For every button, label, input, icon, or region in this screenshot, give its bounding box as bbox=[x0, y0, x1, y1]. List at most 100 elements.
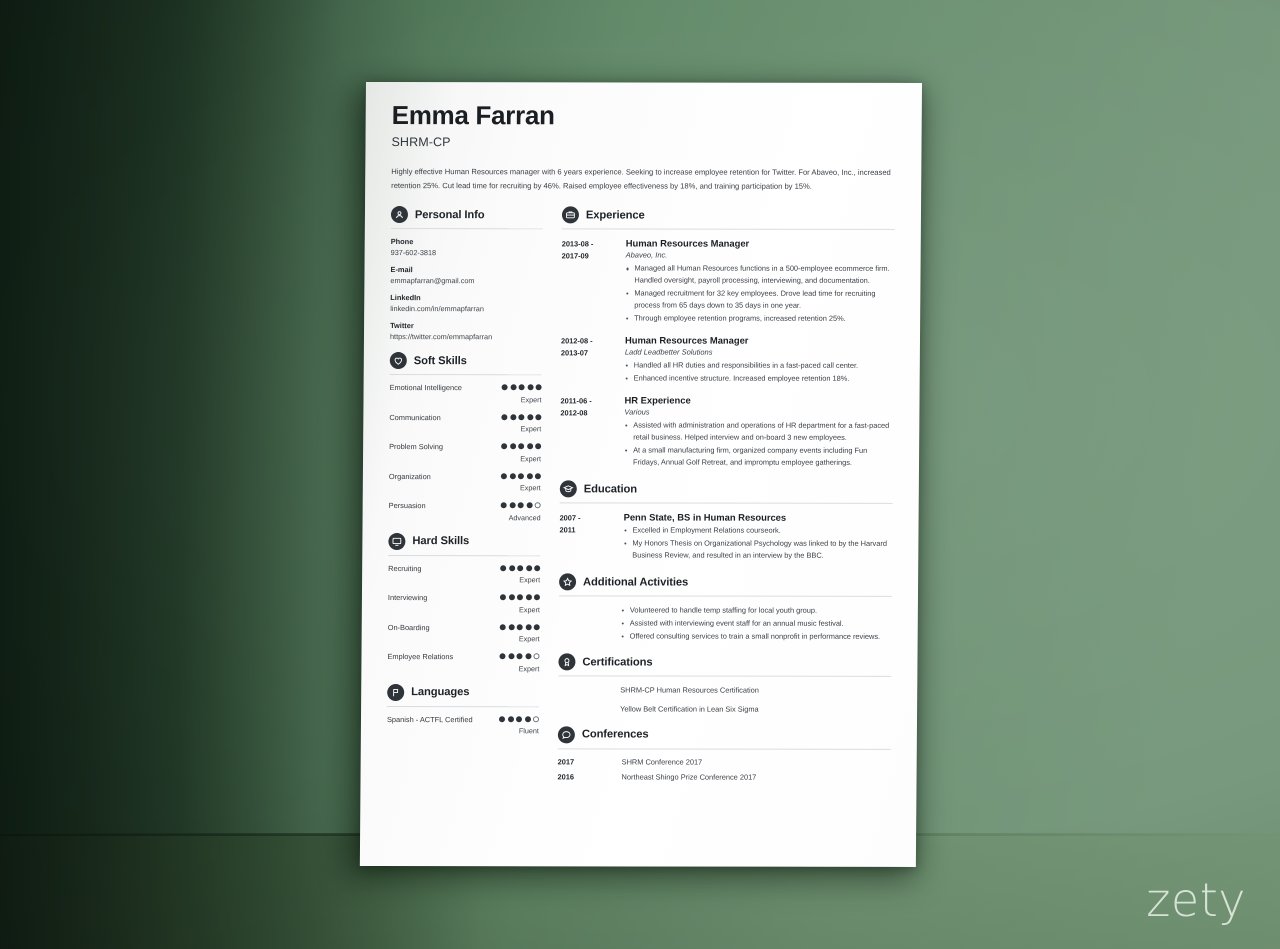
two-column-layout: Personal Info Phone 937-602-3818 E-mail … bbox=[386, 206, 895, 792]
contact-label: Phone bbox=[390, 237, 414, 247]
section-personal-info: Personal Info Phone 937-602-3818 E-mail … bbox=[390, 206, 543, 342]
skill-row: Persuasion bbox=[389, 501, 541, 512]
right-column: Experience 2013-08 -2017-09 Human Resour… bbox=[557, 206, 895, 793]
rating-dot bbox=[500, 565, 507, 572]
skill-row: On-Boarding bbox=[388, 623, 540, 634]
entry-body: Penn State, BS in Human Resources Excell… bbox=[623, 512, 892, 563]
entry-role: Penn State, BS in Human Resources bbox=[623, 511, 787, 523]
section-certifications: Certifications SHRM-CP Human Resources C… bbox=[558, 653, 892, 715]
entry-date: 2007 -2011 bbox=[559, 513, 581, 534]
entry-body: Human Resources Manager Abaveo, Inc. Man… bbox=[625, 238, 895, 326]
section-header: Conferences bbox=[557, 726, 891, 744]
section-divider bbox=[388, 554, 541, 557]
rating-dot bbox=[501, 384, 508, 391]
briefcase-icon bbox=[561, 206, 580, 224]
skill-name: Organization bbox=[388, 471, 431, 481]
rating-dot bbox=[524, 653, 532, 660]
speech-bubble-icon bbox=[557, 726, 575, 744]
languages-list: Spanish - ACTFL Certified Fluent bbox=[387, 715, 540, 736]
section-education: Education 2007 -2011 Penn State, BS in H… bbox=[559, 480, 893, 563]
entry-organization: Various bbox=[624, 407, 650, 417]
rating-dot bbox=[524, 716, 531, 723]
skill-level: Expert bbox=[518, 634, 540, 644]
monitor-icon bbox=[388, 532, 406, 550]
rating-dot bbox=[500, 473, 507, 480]
rating-dot bbox=[517, 473, 524, 480]
contact-value[interactable]: emmapfarran@gmail.com bbox=[390, 276, 542, 285]
bullet-item: Assisted with administration and operati… bbox=[624, 420, 893, 444]
rating-dot bbox=[516, 624, 523, 631]
skill-name: Interviewing bbox=[387, 593, 428, 603]
entry-bullets: Excelled in Employment Relations courseo… bbox=[623, 525, 892, 562]
rating-dot bbox=[517, 502, 524, 509]
entry-organization: Abaveo, Inc. bbox=[625, 250, 668, 260]
certification-item: SHRM-CP Human Resources Certification bbox=[620, 685, 759, 695]
section-divider bbox=[559, 502, 893, 505]
skill-rating bbox=[501, 443, 542, 450]
section-divider bbox=[558, 675, 892, 677]
bullet-item: Volunteered to handle temp staffing for … bbox=[621, 605, 892, 617]
conference-year: 2017 bbox=[557, 757, 575, 767]
bullet-item: At a small manufacturing firm, organized… bbox=[624, 445, 893, 469]
section-title: Education bbox=[583, 483, 638, 496]
resume-document: Emma Farran SHRM-CP Highly effective Hum… bbox=[345, 82, 923, 879]
skill-name: Recruiting bbox=[388, 563, 422, 573]
bullet-item: Managed all Human Resources functions in… bbox=[625, 263, 894, 287]
conference-row: 2016 Northeast Shingo Prize Conference 2… bbox=[558, 772, 891, 782]
rating-dot bbox=[525, 624, 532, 631]
bullet-item: Handled all HR duties and responsibiliti… bbox=[625, 360, 894, 372]
entry-role: Human Resources Manager bbox=[624, 334, 749, 346]
rating-dot bbox=[526, 443, 533, 450]
soft-skill-item: Persuasion Advanced bbox=[389, 501, 541, 522]
contact-value[interactable]: https://twitter.com/emmapfarran bbox=[390, 332, 542, 341]
certifications-list: SHRM-CP Human Resources Certification Yel… bbox=[558, 684, 891, 715]
section-experience: Experience 2013-08 -2017-09 Human Resour… bbox=[560, 206, 895, 470]
hard-skills-list: Recruiting Expert Interviewing Expert On… bbox=[387, 563, 541, 673]
skill-row: Employee Relations bbox=[387, 652, 540, 663]
entry-bullets: Handled all HR duties and responsibiliti… bbox=[625, 360, 894, 385]
section-hard-skills: Hard Skills Recruiting Expert Interviewi… bbox=[387, 532, 541, 673]
resume-content: Emma Farran SHRM-CP Highly effective Hum… bbox=[360, 82, 922, 793]
section-title: Certifications bbox=[582, 655, 653, 669]
rating-dot bbox=[533, 653, 540, 660]
contact-item: LinkedIn linkedin.com/in/emmapfarran bbox=[390, 293, 542, 313]
skill-level: Expert bbox=[520, 424, 542, 434]
hard-skill-item: On-Boarding Expert bbox=[388, 623, 540, 644]
conference-name: Northeast Shingo Prize Conference 2017 bbox=[621, 772, 757, 782]
section-title: Conferences bbox=[581, 728, 649, 741]
skill-level: Advanced bbox=[508, 513, 541, 523]
section-header: Education bbox=[559, 480, 893, 498]
contact-value[interactable]: linkedin.com/in/emmapfarran bbox=[390, 304, 542, 313]
personal-info-list: Phone 937-602-3818 E-mail emmapfarran@gm… bbox=[390, 237, 543, 341]
contact-item: Twitter https://twitter.com/emmapfarran bbox=[390, 321, 542, 341]
section-header: Soft Skills bbox=[389, 352, 542, 370]
resume-entry: 2012-08 -2013-07 Human Resources Manager… bbox=[561, 335, 894, 387]
zety-logo: zety bbox=[1146, 873, 1246, 927]
skill-name: Persuasion bbox=[388, 501, 426, 511]
bullet-item: Offered consulting services to train a s… bbox=[621, 631, 892, 643]
rating-dot bbox=[518, 384, 525, 391]
soft-skill-item: Emotional Intelligence Expert bbox=[389, 383, 542, 405]
section-soft-skills: Soft Skills Emotional Intelligence Exper… bbox=[389, 352, 542, 522]
section-title: Soft Skills bbox=[413, 354, 467, 367]
skill-level: Expert bbox=[520, 395, 542, 405]
language-item: Spanish - ACTFL Certified Fluent bbox=[387, 715, 540, 736]
section-header: Personal Info bbox=[390, 206, 543, 224]
section-conferences: Conferences 2017 SHRM Conference 2017 20… bbox=[558, 726, 891, 782]
experience-entries: 2013-08 -2017-09 Human Resources Manager… bbox=[560, 238, 895, 470]
rating-dot bbox=[525, 565, 532, 572]
rating-dot bbox=[499, 653, 506, 660]
section-divider bbox=[561, 228, 895, 231]
skill-name: Emotional Intelligence bbox=[389, 383, 462, 393]
rating-dot bbox=[533, 594, 540, 601]
activities-bullets: Volunteered to handle temp staffing for … bbox=[621, 605, 892, 643]
activities-body: Volunteered to handle temp staffing for … bbox=[559, 604, 892, 643]
section-title: Additional Activities bbox=[583, 575, 689, 589]
resume-entry: 2011-06 -2012-08 HR Experience Various A… bbox=[560, 395, 894, 471]
contact-value[interactable]: 937-602-3818 bbox=[391, 248, 543, 257]
section-header: Languages bbox=[387, 683, 539, 702]
entry-role: Human Resources Manager bbox=[625, 237, 750, 249]
rating-dot bbox=[535, 443, 542, 450]
skill-row: Communication bbox=[389, 413, 542, 424]
rating-dot bbox=[509, 443, 516, 450]
